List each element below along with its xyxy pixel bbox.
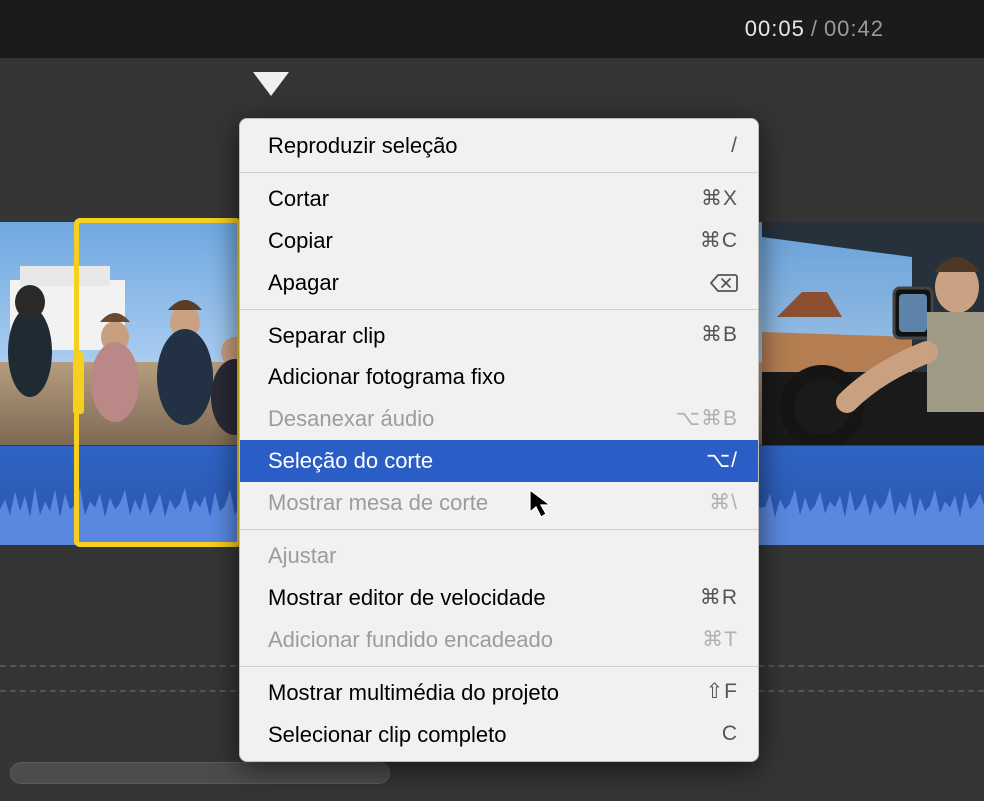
selection-left-handle[interactable] [73, 352, 84, 414]
playhead-indicator[interactable] [253, 72, 289, 100]
menu-item-shortcut: ⌘B [701, 320, 738, 350]
cursor-icon [528, 488, 554, 523]
time-display: 00:05 / 00:42 [0, 0, 984, 58]
menu-item-label: Desanexar áudio [268, 403, 676, 435]
menu-item-freeze[interactable]: Adicionar fotograma fixo [240, 356, 758, 398]
menu-item-shortcut: / [731, 131, 738, 161]
menu-item-speed-editor[interactable]: Mostrar editor de velocidade⌘R [240, 577, 758, 619]
context-menu: Reproduzir seleção/Cortar⌘XCopiar⌘CApaga… [239, 118, 759, 762]
menu-item-split[interactable]: Separar clip⌘B [240, 315, 758, 357]
menu-item-trim-selection[interactable]: Seleção do corte⌥/ [240, 440, 758, 482]
menu-item-select-clip[interactable]: Selecionar clip completoC [240, 714, 758, 756]
menu-item-shortcut: ⌘T [702, 625, 738, 655]
menu-item-show-media[interactable]: Mostrar multimédia do projeto⇧F [240, 672, 758, 714]
menu-item-shortcut: ⌥/ [706, 446, 738, 476]
menu-item-label: Ajustar [268, 540, 738, 572]
menu-item-label: Mostrar multimédia do projeto [268, 677, 706, 709]
menu-item-cut[interactable]: Cortar⌘X [240, 178, 758, 220]
menu-separator [240, 666, 758, 667]
menu-item-label: Apagar [268, 267, 710, 299]
menu-item-shortcut: ⇧F [706, 677, 738, 707]
menu-item-label: Adicionar fotograma fixo [268, 361, 738, 393]
menu-item-shortcut: ⌘C [700, 226, 738, 256]
menu-item-shortcut: ⌘\ [709, 488, 738, 518]
menu-item-label: Copiar [268, 225, 700, 257]
menu-item-adjust: Ajustar [240, 535, 758, 577]
menu-item-detach-audio: Desanexar áudio⌥⌘B [240, 398, 758, 440]
menu-item-copy[interactable]: Copiar⌘C [240, 220, 758, 262]
menu-item-show-trim: Mostrar mesa de corte⌘\ [240, 482, 758, 524]
menu-item-crossfade: Adicionar fundido encadeado⌘T [240, 619, 758, 661]
menu-separator [240, 529, 758, 530]
menu-item-delete[interactable]: Apagar [240, 262, 758, 304]
menu-item-label: Separar clip [268, 320, 701, 352]
menu-item-label: Seleção do corte [268, 445, 706, 477]
menu-item-label: Selecionar clip completo [268, 719, 722, 751]
menu-item-label: Cortar [268, 183, 701, 215]
timeline-scrollbar[interactable] [10, 762, 390, 784]
menu-item-shortcut: ⌘X [701, 184, 738, 214]
menu-item-label: Mostrar editor de velocidade [268, 582, 700, 614]
menu-item-shortcut: ⌥⌘B [676, 404, 738, 434]
menu-separator [240, 172, 758, 173]
menu-item-label: Adicionar fundido encadeado [268, 624, 702, 656]
menu-item-play-selection[interactable]: Reproduzir seleção/ [240, 125, 758, 167]
menu-separator [240, 309, 758, 310]
menu-item-label: Reproduzir seleção [268, 130, 731, 162]
time-separator: / [811, 16, 818, 42]
total-time: 00:42 [824, 16, 884, 42]
delete-left-icon [710, 273, 738, 293]
menu-item-label: Mostrar mesa de corte [268, 487, 709, 519]
clip-thumbnail-2[interactable] [762, 222, 984, 445]
menu-item-shortcut: C [722, 719, 738, 749]
current-time: 00:05 [745, 16, 805, 42]
selection-range[interactable] [74, 218, 242, 547]
menu-item-shortcut: ⌘R [700, 583, 738, 613]
